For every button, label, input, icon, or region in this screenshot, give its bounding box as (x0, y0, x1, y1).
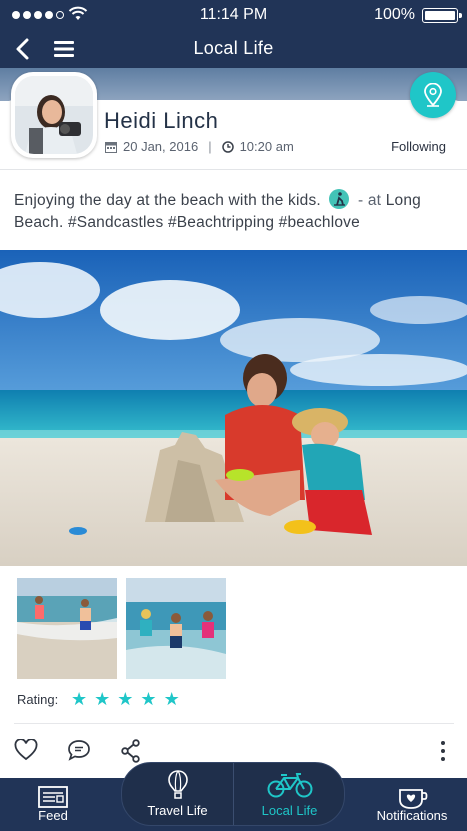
nav-bar: Local Life (0, 30, 467, 68)
post-caption: Enjoying the day at the beach with the k… (14, 189, 454, 234)
caption-hashtags[interactable]: #Sandcastles #Beachtripping #beachlove (68, 214, 360, 231)
bicycle-icon (267, 773, 313, 798)
star-icon[interactable]: ★ (71, 690, 87, 708)
status-bar: 11:14 PM 100% (0, 0, 467, 30)
rating-stars[interactable]: ★ ★ ★ ★ ★ (71, 690, 180, 708)
map-pin-icon (424, 83, 442, 107)
tab-travel-life[interactable]: Travel Life (122, 763, 233, 825)
tab-label: Travel Life (147, 803, 208, 818)
divider (14, 723, 454, 724)
notifications-icon (399, 789, 428, 809)
calendar-icon (105, 141, 117, 153)
author-name[interactable]: Heidi Linch (104, 108, 218, 134)
location-button[interactable] (410, 72, 456, 118)
tab-label: Feed (38, 808, 68, 823)
battery-percentage: 100% (374, 6, 415, 23)
tab-label: Notifications (376, 808, 448, 823)
page-title: Local Life (193, 38, 274, 58)
post-time: 10:20 am (239, 139, 294, 154)
photo-thumbnail[interactable] (126, 578, 226, 679)
caption-at: - at (357, 192, 382, 209)
clock-icon (221, 140, 234, 153)
star-icon[interactable]: ★ (140, 690, 156, 708)
avatar-photo (15, 76, 93, 154)
feed-icon (38, 786, 68, 808)
avatar[interactable] (11, 72, 97, 158)
share-icon[interactable] (120, 739, 142, 763)
photo-thumbnail[interactable] (17, 578, 117, 679)
following-button[interactable]: Following (391, 139, 446, 154)
star-icon[interactable]: ★ (164, 690, 180, 708)
more-vertical-icon[interactable] (438, 739, 448, 763)
battery-icon (422, 8, 462, 23)
tab-local-life[interactable]: Local Life (234, 763, 344, 825)
post-meta: 20 Jan, 2016 | 10:20 am (105, 139, 294, 154)
meta-separator: | (208, 139, 212, 154)
post-main-photo[interactable] (0, 250, 467, 566)
hot-air-balloon-icon (168, 770, 188, 799)
rating-label: Rating: (17, 692, 59, 707)
post-date: 20 Jan, 2016 (123, 139, 199, 154)
caption-text: Enjoying the day at the beach with the k… (14, 192, 321, 209)
activity-icon (329, 189, 350, 209)
center-tab-group: Travel Life Local Life (121, 762, 345, 826)
heart-icon[interactable] (14, 739, 38, 761)
tab-label: Local Life (261, 803, 318, 818)
divider (0, 169, 467, 170)
star-icon[interactable]: ★ (94, 690, 110, 708)
tab-notifications[interactable]: Notifications (362, 778, 462, 831)
star-icon[interactable]: ★ (117, 690, 133, 708)
comment-icon[interactable] (67, 739, 91, 761)
tab-feed[interactable]: Feed (8, 778, 98, 831)
